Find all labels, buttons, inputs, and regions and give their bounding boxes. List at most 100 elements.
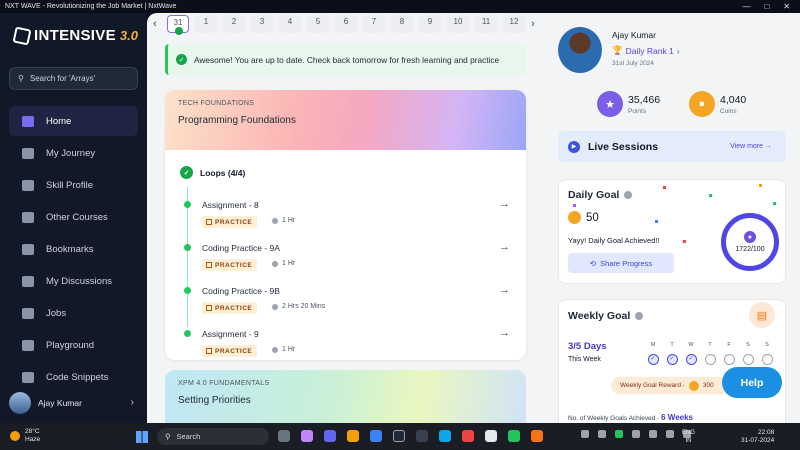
day-item[interactable]: 3 (251, 15, 273, 33)
day-item[interactable]: 12 (503, 15, 525, 33)
clock[interactable]: 22:08 31-07-2024 (741, 429, 774, 445)
teams-icon[interactable] (324, 430, 336, 442)
achieved-value: 6 Weeks (661, 413, 693, 422)
list-item[interactable]: Coding Practice - 9A → PRACTICE 1 Hr (165, 241, 526, 283)
view-more-link[interactable]: View more → (730, 143, 772, 150)
tray-icon[interactable] (649, 430, 657, 438)
app-icon[interactable] (416, 430, 428, 442)
course-card-2[interactable]: XPM 4.0 FUNDAMENTALS Setting Priorities (165, 370, 526, 423)
duration-text: 2 Hrs 20 Mins (282, 303, 326, 310)
chevron-left-icon[interactable]: ‹ (153, 18, 161, 30)
day-item[interactable]: 31 (167, 15, 189, 35)
day-item[interactable]: 8 (391, 15, 413, 33)
practice-badge: PRACTICE (202, 302, 258, 314)
terminal-icon[interactable] (393, 430, 405, 442)
weekday-label: T (708, 342, 712, 348)
coins-label: Coins (720, 107, 737, 115)
sidebar-item-jobs[interactable]: Jobs (9, 298, 138, 328)
arrow-right-icon[interactable]: → (499, 284, 510, 296)
weekday: S (761, 342, 773, 365)
day-number: 5 (315, 17, 321, 26)
sidebar-item-label: My Discussions (46, 275, 112, 287)
coins-value: 4,040 (720, 93, 747, 106)
practice-badge: PRACTICE (202, 345, 258, 357)
avatar[interactable] (558, 27, 602, 73)
daily-goal-coins-value: 50 (586, 211, 599, 224)
sidebar-item-bookmarks[interactable]: Bookmarks (9, 234, 138, 264)
sidebar-item-playground[interactable]: Playground (9, 330, 138, 360)
sidebar-item-code-snippets[interactable]: Code Snippets (9, 362, 138, 392)
help-button[interactable]: Help (722, 367, 782, 398)
arrow-right-icon[interactable]: → (499, 241, 510, 253)
tray-icon[interactable] (632, 430, 640, 438)
copilot-icon[interactable] (301, 430, 313, 442)
star-icon: ★ (744, 231, 756, 243)
day-item[interactable]: 9 (419, 15, 441, 33)
course-card-header[interactable]: TECH FOUNDATIONS Programming Foundations (165, 90, 526, 150)
day-item[interactable]: 11 (475, 15, 497, 33)
nvidia-icon[interactable] (615, 430, 623, 438)
daily-rank-link[interactable]: 🏆 Daily Rank 1 › (612, 45, 680, 56)
app-icon[interactable] (485, 430, 497, 442)
tray-icon[interactable] (666, 430, 674, 438)
arrow-right-icon[interactable]: → (499, 198, 510, 210)
language-code: ENG (682, 430, 696, 436)
day-number: 7 (371, 17, 377, 26)
windows-start-icon[interactable] (136, 431, 148, 443)
confetti (773, 202, 776, 205)
info-icon[interactable] (624, 191, 633, 199)
avatar (9, 391, 31, 414)
day-item[interactable]: 6 (335, 15, 357, 33)
close-icon[interactable]: ✕ (783, 2, 790, 11)
file-explorer-icon[interactable] (347, 430, 359, 442)
chevron-right-icon[interactable]: › (531, 18, 539, 30)
weekday-label: S (746, 342, 750, 348)
list-item[interactable]: Assignment - 8 → PRACTICE 1 Hr (165, 198, 526, 240)
practice-icon (206, 262, 212, 268)
edge-icon[interactable] (370, 430, 382, 442)
minimize-icon[interactable]: — (742, 2, 750, 11)
sidebar-item-skill-profile[interactable]: Skill Profile (9, 170, 138, 200)
day-item[interactable]: 1 (195, 15, 217, 33)
item-name: Assignment - 9 (202, 329, 259, 339)
browser-icon[interactable] (439, 430, 451, 442)
chrome-icon[interactable] (508, 430, 520, 442)
arrow-right-icon[interactable]: → (499, 327, 510, 339)
language-indicator[interactable]: ENG IN (682, 429, 695, 445)
topic-header[interactable]: ✓ Loops (4/4) (180, 166, 245, 179)
taskbar-search[interactable]: ⚲ Search (157, 428, 269, 445)
weather-icon (10, 431, 20, 441)
task-view-icon[interactable] (278, 430, 290, 442)
day-item[interactable]: 4 (279, 15, 301, 33)
sidebar-item-other-courses[interactable]: Other Courses (9, 202, 138, 232)
sidebar-item-my-journey[interactable]: My Journey (9, 138, 138, 168)
weather-temp: 28°C (25, 428, 40, 435)
search-input[interactable]: ⚲ Search for 'Arrays' (9, 67, 138, 90)
day-item[interactable]: 5 (307, 15, 329, 33)
sidebar-item-my-discussions[interactable]: My Discussions (9, 266, 138, 296)
sidebar-profile[interactable]: Ajay Kumar › (9, 390, 138, 415)
weather-widget[interactable]: 28°C Haze (10, 428, 40, 444)
info-icon[interactable] (635, 312, 644, 320)
share-progress-button[interactable]: ⟲ Share Progress (568, 253, 674, 273)
bluetooth-icon[interactable] (581, 430, 589, 438)
clock-icon (272, 346, 278, 353)
chrome-icon[interactable] (531, 430, 543, 442)
maximize-icon[interactable]: □ (764, 2, 769, 11)
weekday-label: W (688, 342, 694, 348)
list-item[interactable]: Coding Practice - 9B → PRACTICE 2 Hrs 20… (165, 284, 526, 326)
sidebar-item-home[interactable]: Home (9, 106, 138, 136)
logo[interactable]: INTENSIVE 3.0 (12, 26, 138, 45)
share-icon: ⟲ (589, 258, 597, 268)
day-item[interactable]: 10 (447, 15, 469, 33)
youtube-icon[interactable] (462, 430, 474, 442)
day-item[interactable]: 7 (363, 15, 385, 33)
rank-label: Daily Rank 1 (625, 45, 674, 56)
tray-icon[interactable] (598, 430, 606, 438)
live-sessions-bar[interactable]: ▶ Live Sessions View more → (558, 131, 786, 162)
search-icon: ⚲ (165, 432, 171, 441)
share-label: Share Progress (600, 258, 653, 268)
list-item[interactable]: Assignment - 9 → PRACTICE 1 Hr (165, 327, 526, 360)
day-item[interactable]: 2 (223, 15, 245, 33)
daily-goal-message: Yayy! Daily Goal Achieved!! (568, 236, 660, 245)
